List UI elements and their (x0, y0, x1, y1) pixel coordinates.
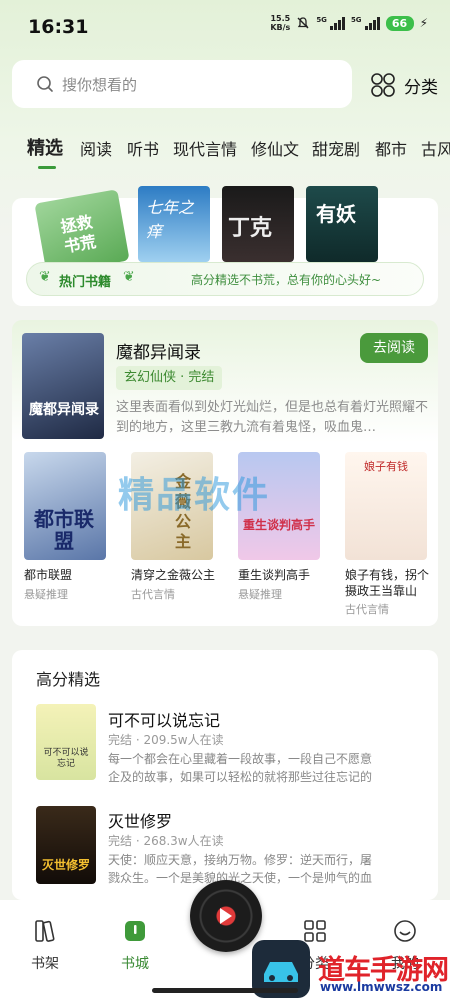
high-score-section-title: 高分精选 (36, 670, 101, 689)
search-input[interactable]: 搜你想看的 (12, 60, 352, 108)
watermark-url: www.lmwwsz.com (320, 980, 443, 994)
list-book-description: 每一个都会在心里藏着一段故事，一段自己不愿意企及的故事，如果可以轻松的就将那些过… (108, 752, 373, 784)
search-placeholder: 搜你想看的 (62, 75, 138, 94)
home-indicator[interactable] (152, 988, 298, 993)
network-type-2: 5G (350, 16, 362, 24)
featured-genre-tag: 玄幻仙侠 · 完结 (116, 366, 223, 390)
book-cover-dingke[interactable]: 丁克 (222, 186, 294, 262)
grid-book-cover[interactable]: 娘子有钱 (345, 452, 427, 560)
list-book-cover[interactable]: 灭世修罗 (36, 806, 96, 884)
tab-tianchong[interactable]: 甜宠剧 (312, 136, 360, 160)
tab-tingshu[interactable]: 听书 (127, 136, 159, 160)
laurel-left-icon: ❦ (39, 269, 51, 285)
tab-active-indicator (38, 166, 56, 169)
grid-book-title[interactable]: 清穿之金薇公主 (131, 567, 231, 583)
tab-jingxuan[interactable]: 精选 (27, 134, 63, 160)
status-bar: 16:31 15.5 KB/s 5G 5G 66 ⚡ (0, 0, 450, 52)
grid-book-title[interactable]: 娘子有钱，拐个摄政王当靠山 (345, 567, 435, 599)
list-book-description: 天使：顺应天意，接纳万物。修罗：逆天而行，屠戮众生。一个是美貌的光之天使，一个是… (108, 853, 373, 885)
grid-book-genre: 古代言情 (131, 588, 175, 601)
search-icon (37, 76, 53, 92)
book-cover-youyao[interactable]: 有妖 (306, 186, 378, 262)
tab-xiandai-yanqing[interactable]: 现代言情 (173, 136, 237, 160)
category-label: 分类 (404, 77, 438, 98)
category-button[interactable]: 分类 (370, 72, 438, 98)
tab-dushi[interactable]: 都市 (375, 136, 407, 160)
list-book-title[interactable]: 可不可以说忘记 (108, 707, 220, 731)
mute-bell-icon (297, 17, 309, 29)
bookshelf-icon (35, 920, 55, 942)
book-cover-qinianzhiyang[interactable]: 七年之痒 (138, 186, 210, 262)
signal-icon (329, 16, 345, 30)
profile-icon (394, 920, 416, 942)
grid-book-cover[interactable]: 都市联盟 (24, 452, 106, 560)
nav-bookshelf[interactable] (15, 918, 75, 948)
grid-book-title[interactable]: 重生谈判高手 (238, 567, 338, 583)
grid-book-genre: 悬疑推理 (238, 588, 282, 601)
nav-bookstore[interactable] (105, 918, 165, 948)
grid-book-genre: 古代言情 (345, 603, 389, 616)
charging-icon: ⚡ (419, 16, 428, 30)
tab-gufeng[interactable]: 古风 (421, 136, 450, 160)
featured-description: 这里表面看似到处灯光灿烂，但是也总有着灯光照耀不到的地方，这里三教九流有着鬼怪，… (116, 400, 428, 435)
go-read-button[interactable]: 去阅读 (360, 333, 428, 363)
status-time: 16:31 (28, 16, 89, 38)
list-book-meta: 完结 · 209.5w人在读 (108, 733, 224, 747)
featured-book-title[interactable]: 魔都异闻录 (116, 338, 201, 363)
tab-yuedu[interactable]: 阅读 (80, 136, 112, 160)
network-speed: 15.5 KB/s (270, 14, 291, 32)
battery-icon: 66 (385, 15, 414, 31)
laurel-right-icon: ❦ (123, 269, 135, 285)
hot-books-title: 热门书籍 (59, 275, 112, 290)
list-book-meta: 完结 · 268.3w人在读 (108, 834, 224, 848)
list-book-title[interactable]: 灭世修罗 (108, 808, 172, 832)
signal-icon-2 (364, 16, 380, 30)
nav-profile[interactable] (375, 918, 435, 948)
grid-book-title[interactable]: 都市联盟 (24, 567, 114, 583)
hot-books-banner[interactable]: ❦ 热门书籍 ❦ 高分精选不书荒，总有你的心头好~ (26, 262, 424, 296)
hot-books-subtitle: 高分精选不书荒，总有你的心头好~ (191, 273, 382, 287)
nav-bookstore-label[interactable]: 书城 (105, 953, 165, 973)
tab-xiuxian[interactable]: 修仙文 (251, 136, 299, 160)
play-icon (220, 908, 232, 924)
category-tabs: 精选 阅读 听书 现代言情 修仙文 甜宠剧 都市 古风 (0, 132, 450, 172)
network-type-1: 5G (316, 16, 327, 24)
center-watermark: 精品软件 (118, 475, 271, 516)
grid-book-genre: 悬疑推理 (24, 588, 68, 601)
bookstore-icon (125, 921, 145, 941)
list-book-cover[interactable]: 可不可以说忘记 (36, 704, 96, 780)
featured-book-cover[interactable]: 魔都异闻录 (22, 333, 104, 439)
category-icon (371, 73, 395, 97)
nav-bookshelf-label[interactable]: 书架 (15, 953, 75, 973)
